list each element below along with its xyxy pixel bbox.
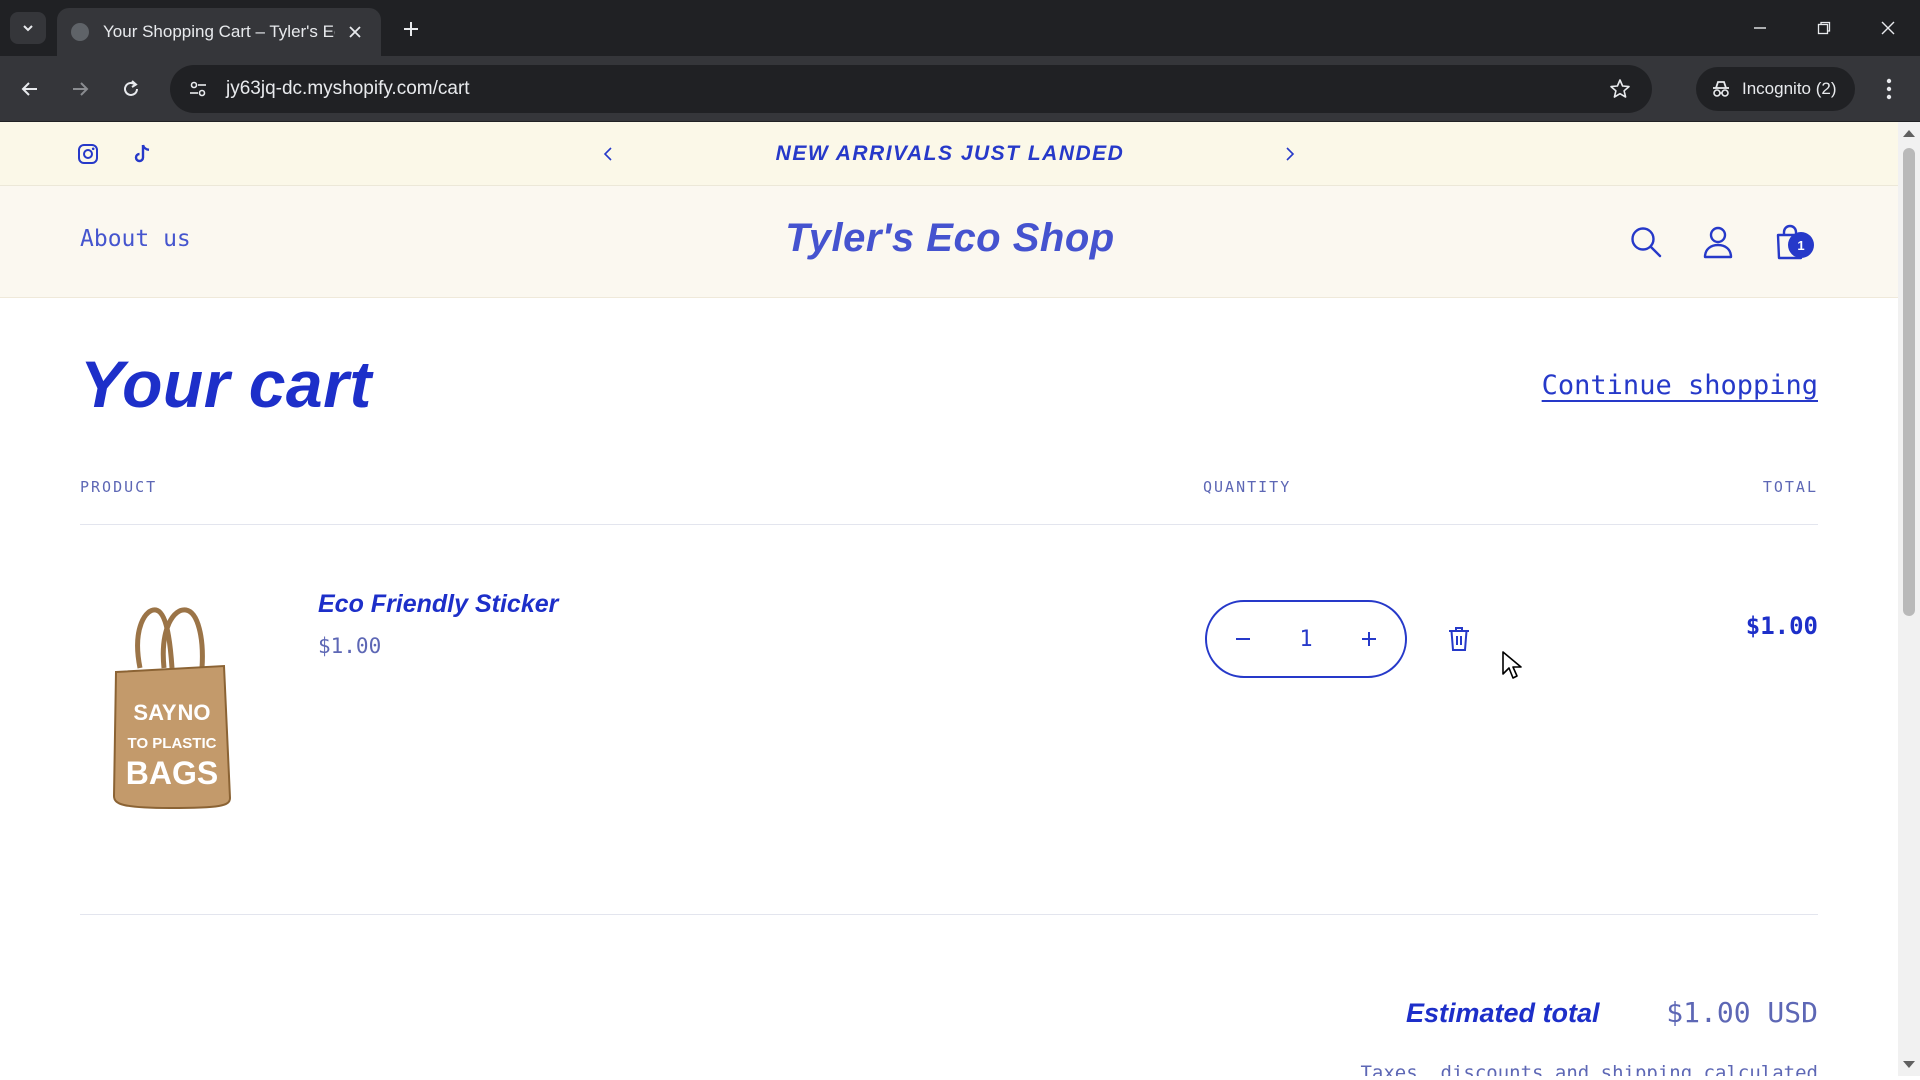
tab-title: Your Shopping Cart – Tyler's Eco bbox=[103, 22, 335, 41]
scrollbar-thumb[interactable] bbox=[1903, 148, 1915, 616]
back-button[interactable] bbox=[13, 72, 47, 106]
tax-note: Taxes, discounts and shipping calculated bbox=[1360, 1062, 1818, 1076]
continue-shopping-link[interactable]: Continue shopping bbox=[1542, 370, 1818, 401]
url-text: jy63jq-dc.myshopify.com/cart bbox=[226, 78, 470, 99]
announcement-text[interactable]: NEW ARRIVALS JUST LANDED bbox=[640, 142, 1260, 166]
column-header-product: PRODUCT bbox=[80, 478, 158, 496]
restore-icon bbox=[1817, 21, 1831, 35]
globe-icon bbox=[71, 23, 89, 41]
new-tab-button[interactable] bbox=[396, 14, 426, 44]
arrow-left-icon bbox=[21, 82, 37, 96]
line-item-total: $1.00 bbox=[1745, 612, 1818, 640]
instagram-icon bbox=[78, 144, 98, 164]
incognito-indicator[interactable]: Incognito (2) bbox=[1696, 67, 1855, 111]
browser-menu-button[interactable] bbox=[1872, 72, 1906, 106]
plus-icon bbox=[404, 22, 418, 36]
reload-icon bbox=[124, 80, 138, 96]
column-header-total: TOTAL bbox=[1762, 478, 1818, 496]
column-header-quantity: QUANTITY bbox=[1203, 478, 1292, 496]
restore-button[interactable] bbox=[1792, 0, 1856, 56]
shop-logo[interactable]: Tyler's Eco Shop bbox=[690, 216, 1210, 261]
incognito-label: Incognito (2) bbox=[1742, 79, 1837, 98]
product-unit-price: $1.00 bbox=[318, 634, 382, 658]
header-divider bbox=[80, 524, 1818, 525]
plus-icon bbox=[1362, 632, 1376, 646]
user-icon bbox=[1703, 226, 1733, 259]
instagram-link[interactable] bbox=[74, 140, 102, 168]
window-controls bbox=[1728, 0, 1920, 56]
close-icon bbox=[1881, 21, 1895, 35]
page-title: Your cart bbox=[80, 347, 372, 421]
quantity-input[interactable] bbox=[1276, 626, 1336, 652]
scroll-down-arrow-icon[interactable] bbox=[1903, 1061, 1915, 1068]
product-image-text-1: SAY bbox=[133, 700, 177, 725]
trash-icon bbox=[1449, 627, 1469, 651]
minimize-icon bbox=[1754, 27, 1766, 29]
page-scrollbar[interactable] bbox=[1898, 122, 1920, 1076]
product-image-text-4: BAGS bbox=[126, 755, 218, 791]
browser-tab-active[interactable]: Your Shopping Cart – Tyler's Eco bbox=[57, 8, 381, 56]
mouse-cursor-icon bbox=[1502, 651, 1522, 679]
tiktok-icon bbox=[134, 144, 150, 163]
product-image-text-2: NO bbox=[178, 700, 211, 725]
search-icon bbox=[1631, 227, 1662, 258]
chevron-right-icon bbox=[1286, 147, 1295, 161]
cart-count-badge: 1 bbox=[1788, 232, 1814, 258]
decrease-quantity-button[interactable] bbox=[1223, 619, 1263, 659]
tab-close-button[interactable] bbox=[343, 20, 367, 44]
arrow-right-icon bbox=[73, 82, 89, 96]
browser-tab-bar: Your Shopping Cart – Tyler's Eco bbox=[0, 0, 1920, 56]
announcement-next-button[interactable] bbox=[1276, 140, 1304, 168]
announcement-prev-button[interactable] bbox=[594, 140, 622, 168]
reload-button[interactable] bbox=[114, 72, 148, 106]
estimated-total-value: $1.00 USD bbox=[1666, 996, 1818, 1029]
product-name-link[interactable]: Eco Friendly Sticker bbox=[318, 590, 558, 619]
chevron-left-icon bbox=[603, 147, 612, 161]
more-vertical-icon bbox=[1886, 78, 1892, 100]
account-button[interactable] bbox=[1696, 220, 1740, 264]
estimated-total-label: Estimated total bbox=[1406, 998, 1600, 1028]
announcement-bar: NEW ARRIVALS JUST LANDED bbox=[0, 122, 1898, 186]
search-button[interactable] bbox=[1624, 220, 1668, 264]
minus-icon bbox=[1236, 638, 1250, 640]
nav-about-us-link[interactable]: About us bbox=[80, 226, 191, 252]
quantity-stepper bbox=[1205, 600, 1407, 678]
address-bar[interactable]: jy63jq-dc.myshopify.com/cart bbox=[170, 65, 1652, 113]
incognito-icon bbox=[1713, 81, 1729, 97]
increase-quantity-button[interactable] bbox=[1349, 619, 1389, 659]
forward-button[interactable] bbox=[63, 72, 97, 106]
minimize-button[interactable] bbox=[1728, 0, 1792, 56]
scroll-up-arrow-icon[interactable] bbox=[1903, 130, 1915, 137]
items-divider bbox=[80, 914, 1818, 915]
close-window-button[interactable] bbox=[1856, 0, 1920, 56]
bookmark-star-icon[interactable] bbox=[1600, 69, 1640, 109]
close-icon bbox=[349, 26, 361, 38]
page-viewport: NEW ARRIVALS JUST LANDED About us Tyler'… bbox=[0, 122, 1898, 1076]
tiktok-link[interactable] bbox=[128, 140, 156, 168]
browser-toolbar: jy63jq-dc.myshopify.com/cart Incognito (… bbox=[0, 56, 1920, 122]
product-image-text-3: TO PLASTIC bbox=[128, 735, 217, 752]
chevron-down-icon bbox=[23, 25, 33, 32]
remove-item-button[interactable] bbox=[1440, 618, 1478, 660]
product-image[interactable]: SAY NO TO PLASTIC BAGS bbox=[100, 598, 240, 818]
site-settings-icon[interactable] bbox=[176, 67, 220, 111]
site-header: About us Tyler's Eco Shop bbox=[0, 186, 1898, 298]
tab-search-button[interactable] bbox=[10, 12, 46, 44]
